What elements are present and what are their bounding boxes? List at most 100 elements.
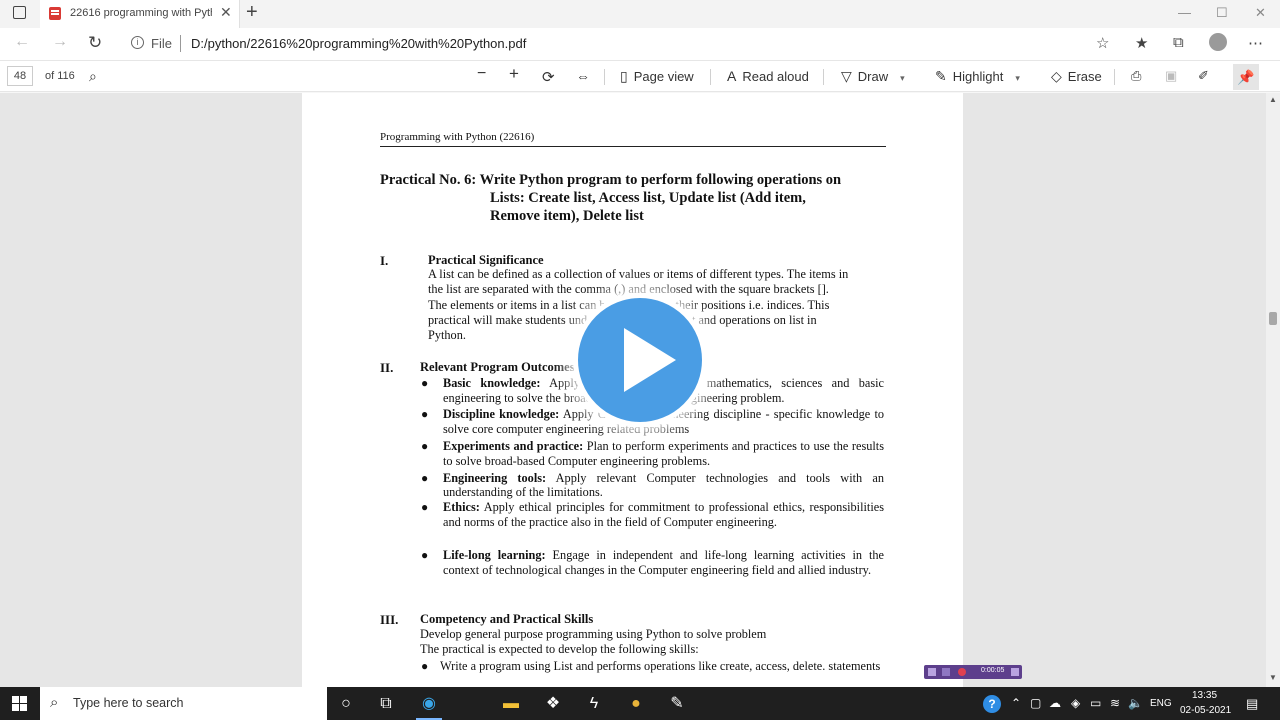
section-number: III.	[380, 612, 399, 627]
notepad-icon[interactable]: ✎	[664, 691, 690, 717]
battery-icon[interactable]: ▭	[1090, 696, 1101, 710]
cortana-icon[interactable]: ○	[333, 691, 359, 717]
read-aloud-icon: A	[727, 68, 737, 84]
forward-arrow-icon[interactable]: →	[52, 33, 68, 51]
find-icon[interactable]: ⌕	[89, 68, 97, 85]
tab-title: 22616 programming with Python.pdf	[70, 7, 212, 19]
section-heading: Competency and Practical Skills	[420, 612, 594, 626]
save-icon[interactable]: ▣	[1165, 68, 1177, 84]
bullet-icon: ●	[421, 439, 429, 453]
scrollbar-thumb[interactable]	[1269, 312, 1277, 325]
page-number-input[interactable]: 48	[7, 66, 33, 86]
chevron-down-icon[interactable]: ▾	[1015, 73, 1020, 83]
rotate-icon[interactable]: ⟳	[542, 68, 555, 86]
language-indicator[interactable]: ENG	[1150, 698, 1172, 709]
info-icon[interactable]: i	[131, 36, 144, 49]
highlight-icon: ✎	[935, 68, 947, 84]
meet-now-icon[interactable]: ▢	[1030, 696, 1041, 710]
scroll-up-arrow-icon[interactable]: ▲	[1269, 95, 1277, 104]
tab-active[interactable]: 22616 programming with Python.pdf ✕	[40, 0, 240, 28]
running-header: Programming with Python (22616)	[380, 131, 535, 143]
tab-actions-icon[interactable]	[13, 6, 26, 19]
help-icon[interactable]: ?	[983, 695, 1001, 713]
clock-time[interactable]: 13:35	[1192, 690, 1217, 701]
toolbar-separator	[1114, 69, 1115, 85]
onedrive-icon[interactable]: ☁	[1049, 696, 1061, 710]
bullet-icon: ●	[421, 407, 429, 421]
toolbar-separator	[604, 69, 605, 85]
close-window-button[interactable]: ✕	[1255, 5, 1266, 21]
video-play-button[interactable]	[573, 293, 707, 427]
recorder-pause-icon[interactable]	[942, 668, 950, 676]
read-aloud-button[interactable]: A Read aloud	[727, 68, 809, 84]
scroll-down-arrow-icon[interactable]: ▼	[1269, 673, 1277, 682]
po-item: Engineering tools: Apply relevant Comput…	[443, 471, 884, 499]
recorder-close-icon[interactable]	[1011, 668, 1019, 676]
print-icon[interactable]: ⎙	[1131, 68, 1141, 84]
section-body: Develop general purpose programming usin…	[420, 627, 767, 657]
security-icon[interactable]: ◈	[1071, 696, 1080, 710]
edge-browser-icon[interactable]: ◉	[416, 691, 442, 720]
zoom-in-icon[interactable]: +	[509, 64, 519, 84]
skill-item: Write a program using List and performs …	[440, 659, 881, 673]
start-button[interactable]	[0, 687, 40, 720]
pin-toolbar-icon[interactable]: 📌	[1233, 64, 1259, 90]
tab-close-button[interactable]: ✕	[220, 4, 232, 21]
dropbox-icon[interactable]: ❖	[540, 691, 566, 717]
url-text[interactable]: D:/python/22616%20programming%20with%20P…	[191, 36, 526, 51]
header-rule	[380, 146, 886, 147]
windows-logo-icon	[12, 704, 19, 711]
profile-avatar[interactable]	[1209, 33, 1227, 51]
clock-date[interactable]: 02-05-2021	[1180, 705, 1231, 716]
minimize-button[interactable]: —	[1178, 5, 1191, 20]
notification-icon[interactable]: ▤	[1246, 696, 1258, 712]
maximize-button[interactable]: ☐	[1216, 5, 1228, 21]
add-favorite-icon[interactable]: ☆	[1096, 34, 1109, 52]
bullet-icon: ●	[421, 376, 429, 390]
fit-to-width-icon[interactable]: ⇔	[576, 68, 590, 84]
more-menu-icon[interactable]: ⋯	[1248, 34, 1263, 52]
collections-icon[interactable]: ⧉	[1173, 34, 1184, 51]
practical-title: Practical No. 6: Write Python program to…	[380, 172, 842, 224]
section-number: II.	[380, 360, 394, 375]
draw-icon: ▽	[841, 68, 852, 84]
chevron-down-icon[interactable]: ▾	[900, 73, 905, 83]
chrome-icon[interactable]: ●	[623, 691, 649, 717]
address-separator	[180, 35, 181, 52]
screen-recorder-widget[interactable]: 0:00:05	[924, 665, 1022, 679]
po-item: Experiments and practice: Plan to perfor…	[443, 439, 884, 469]
volume-icon[interactable]: 🔈	[1128, 696, 1143, 710]
erase-button[interactable]: ◇ Erase	[1051, 68, 1102, 85]
address-bar: ← → ↻ i File D:/python/22616%20programmi…	[0, 28, 1280, 60]
po-item: Life-long learning: Engage in independen…	[443, 548, 884, 578]
pdf-toolbar: 48 of 116 ⌕ − + ⟳ ⇔ ▯ Page view A Read alo…	[0, 60, 1280, 92]
file-explorer-icon[interactable]: ▬	[498, 691, 524, 717]
windows-logo-icon	[20, 696, 27, 703]
draw-button[interactable]: ▽ Draw ▾	[841, 68, 905, 85]
save-as-icon[interactable]: ✐	[1198, 68, 1209, 84]
windows-logo-icon	[20, 704, 27, 711]
play-icon	[624, 328, 676, 392]
highlight-button[interactable]: ✎ Highlight ▾	[935, 68, 1020, 85]
bullet-icon: ●	[421, 471, 429, 485]
recorder-record-icon[interactable]	[958, 668, 966, 676]
reload-icon[interactable]: ↻	[88, 33, 102, 53]
windows-logo-icon	[12, 696, 19, 703]
page-view-icon: ▯	[620, 68, 628, 84]
task-view-icon[interactable]: ⧉	[373, 691, 399, 717]
wifi-icon[interactable]: ≋	[1110, 696, 1120, 710]
bullet-icon: ●	[421, 500, 429, 514]
file-scheme-label: File	[151, 36, 172, 51]
winamp-icon[interactable]: ϟ	[581, 691, 607, 717]
taskbar-search-box[interactable]: ⌕ Type here to search	[40, 687, 327, 720]
show-hidden-icons-chevron-icon[interactable]: ⌃	[1011, 696, 1021, 710]
favorites-icon[interactable]: ★	[1135, 34, 1148, 52]
po-item: Ethics: Apply ethical principles for com…	[443, 500, 884, 530]
zoom-out-icon[interactable]: −	[477, 65, 486, 83]
recorder-elapsed-time: 0:00:05	[981, 667, 1005, 674]
new-tab-button[interactable]: +	[246, 1, 258, 24]
vertical-scrollbar[interactable]: ▲ ▼	[1266, 93, 1280, 687]
recorder-stop-icon[interactable]	[928, 668, 936, 676]
back-arrow-icon[interactable]: ←	[14, 33, 30, 51]
page-view-button[interactable]: ▯ Page view	[620, 68, 694, 85]
